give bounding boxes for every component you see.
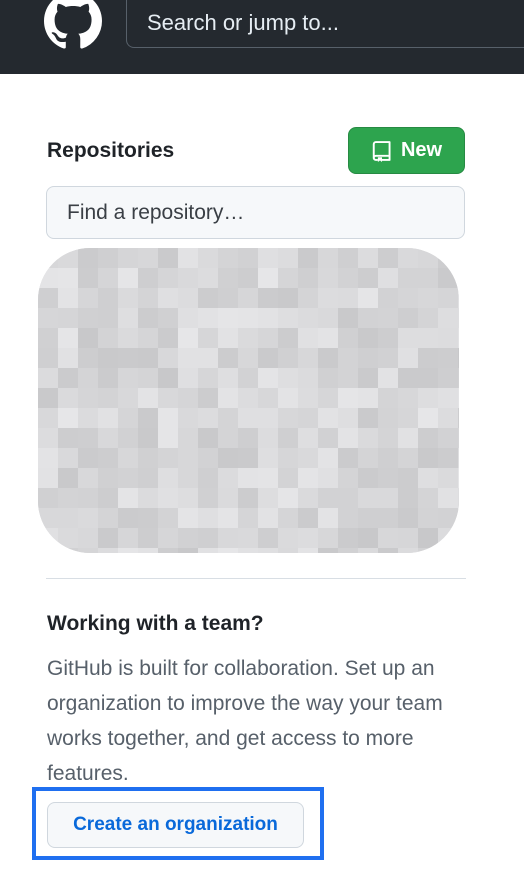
create-organization-button[interactable]: Create an organization xyxy=(47,802,304,848)
top-navigation-bar: Search or jump to... xyxy=(0,0,524,74)
team-card-title: Working with a team? xyxy=(47,612,264,635)
redacted-repository-list xyxy=(38,248,459,553)
search-placeholder: Search or jump to... xyxy=(147,10,339,35)
section-divider xyxy=(46,578,466,579)
github-logo-icon[interactable] xyxy=(44,0,102,50)
team-card-description: GitHub is built for collaboration. Set u… xyxy=(47,657,443,785)
global-search-input[interactable]: Search or jump to... xyxy=(126,0,524,48)
new-repository-button[interactable]: New xyxy=(348,127,465,174)
repositories-heading: Repositories xyxy=(47,139,175,162)
find-repository-input[interactable] xyxy=(46,186,465,239)
pixelated-redaction-image xyxy=(38,248,459,553)
new-button-label: New xyxy=(400,139,443,161)
page: Search or jump to... Repositories New Wo… xyxy=(0,0,524,878)
repo-icon xyxy=(372,140,391,162)
